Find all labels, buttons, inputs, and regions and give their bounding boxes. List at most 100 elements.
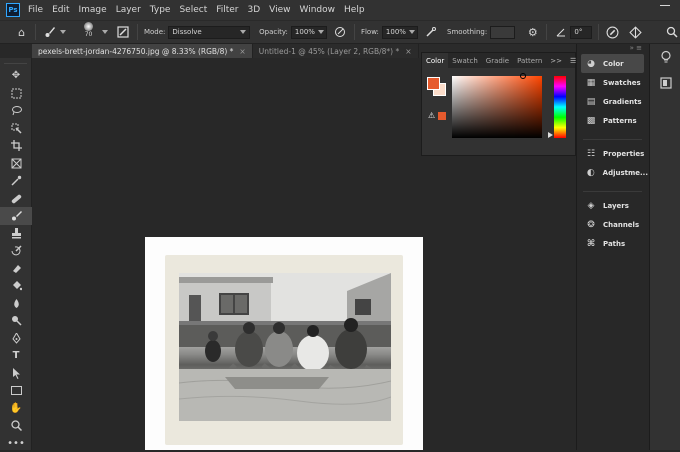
menu-select[interactable]: Select	[179, 5, 207, 15]
menu-type[interactable]: Type	[150, 5, 171, 15]
dock-item-paths[interactable]: ⌘ Paths	[577, 234, 648, 253]
angle-value: 0°	[574, 28, 582, 36]
brush-tool-icon[interactable]	[42, 24, 57, 40]
rectangle-icon[interactable]	[0, 382, 32, 400]
divider	[598, 24, 599, 40]
dock-item-layers[interactable]: ◈ Layers	[577, 196, 648, 215]
panel-grip[interactable]	[4, 58, 27, 64]
opacity-input[interactable]: 100%	[291, 26, 327, 39]
crop-icon[interactable]	[0, 137, 32, 155]
stamp-icon[interactable]	[0, 225, 32, 243]
tab-gradients[interactable]: Gradie	[482, 57, 513, 65]
frame-icon[interactable]	[0, 155, 32, 173]
chevron-down-icon[interactable]	[60, 30, 66, 34]
hand-icon[interactable]: ✋	[0, 400, 32, 418]
gear-icon[interactable]: ⚙	[525, 24, 540, 40]
more-icon[interactable]: •••	[0, 435, 32, 452]
fg-bg-swatches[interactable]	[427, 77, 447, 97]
photoshop-logo: Ps	[6, 3, 20, 17]
close-icon[interactable]: ×	[239, 47, 245, 56]
path-select-icon[interactable]	[0, 365, 32, 383]
color-picker-ring[interactable]	[520, 73, 526, 79]
move-icon[interactable]: ✥	[0, 67, 32, 85]
chevron-down-icon[interactable]	[102, 30, 108, 34]
grid-icon: ▦	[585, 78, 597, 88]
divider	[546, 24, 547, 40]
dock-item-adjustments[interactable]: ◐ Adjustme...	[577, 163, 648, 182]
tab-label: Untitled-1 @ 45% (Layer 2, RGB/8*) *	[259, 47, 400, 56]
warning-icon[interactable]: ⚠	[428, 111, 435, 120]
divider	[354, 24, 355, 40]
smoothing-input[interactable]	[490, 26, 515, 39]
dock-item-gradients[interactable]: ▤ Gradients	[577, 92, 648, 111]
color-picker-field[interactable]	[452, 76, 542, 138]
type-icon[interactable]: T	[0, 347, 32, 365]
tab-document-2[interactable]: Untitled-1 @ 45% (Layer 2, RGB/8*) * ×	[253, 44, 419, 58]
brush-preset-picker[interactable]: 70	[78, 22, 99, 42]
dock-item-label: Swatches	[603, 79, 641, 87]
dock-item-label: Paths	[603, 240, 625, 248]
tab-document-1[interactable]: pexels-brett-jordan-4276750.jpg @ 8.33% …	[32, 44, 253, 58]
minimize-icon[interactable]	[660, 5, 670, 6]
document-canvas[interactable]	[145, 237, 423, 450]
gradient-icon: ▤	[585, 97, 597, 107]
menu-edit[interactable]: Edit	[52, 5, 69, 15]
tab-swatches[interactable]: Swatch	[448, 57, 482, 65]
color-panel: Color Swatch Gradie Pattern >> ☰ ⚠	[421, 52, 576, 156]
home-icon[interactable]: ⌂	[14, 24, 29, 40]
menu-image[interactable]: Image	[79, 5, 107, 15]
library-icon[interactable]	[650, 70, 680, 96]
blur-icon[interactable]	[0, 295, 32, 313]
history-brush-icon[interactable]	[0, 242, 32, 260]
eyedropper-icon[interactable]	[0, 172, 32, 190]
angle-input[interactable]: 0°	[570, 26, 591, 39]
options-bar: ⌂ 70 Mode: Dissolve Opacity: 100% Flow: …	[0, 20, 680, 44]
menu-layer[interactable]: Layer	[116, 5, 141, 15]
pen-icon[interactable]	[0, 330, 32, 348]
dock-item-channels[interactable]: ❂ Channels	[577, 215, 648, 234]
opacity-value: 100%	[295, 28, 315, 36]
double-chevron-icon[interactable]: » ≡	[577, 44, 648, 54]
panel-dock: » ≡ ◕ Color ▦ Swatches ▤ Gradients ▩ Pat…	[576, 44, 648, 450]
healing-icon[interactable]	[0, 190, 32, 208]
search-icon[interactable]	[665, 24, 680, 40]
menu-help[interactable]: Help	[344, 5, 365, 15]
adjustments-icon: ◐	[585, 168, 597, 178]
double-chevron-icon[interactable]: >>	[546, 57, 566, 65]
hue-slider-marker[interactable]	[548, 132, 553, 138]
palette-icon: ◕	[585, 59, 597, 69]
brush-settings-icon[interactable]	[116, 24, 131, 40]
vintage-photo	[179, 273, 391, 421]
dock-item-properties[interactable]: ☷ Properties	[577, 144, 648, 163]
paint-bucket-icon[interactable]	[0, 277, 32, 295]
close-icon[interactable]: ×	[405, 47, 411, 56]
divider	[35, 24, 36, 40]
foreground-color-swatch[interactable]	[427, 77, 440, 90]
tab-color[interactable]: Color	[422, 53, 448, 68]
pressure-size-icon[interactable]	[605, 24, 620, 40]
pressure-opacity-icon[interactable]	[333, 24, 348, 40]
gamut-color-swatch[interactable]	[438, 112, 446, 120]
quick-select-icon[interactable]	[0, 120, 32, 138]
brush-icon[interactable]	[0, 207, 32, 225]
hue-slider[interactable]	[554, 76, 566, 138]
dodge-icon[interactable]	[0, 312, 32, 330]
lightbulb-icon[interactable]	[650, 44, 680, 70]
tab-patterns[interactable]: Pattern	[513, 57, 546, 65]
eraser-icon[interactable]	[0, 260, 32, 278]
menu-filter[interactable]: Filter	[216, 5, 238, 15]
dock-item-swatches[interactable]: ▦ Swatches	[577, 73, 648, 92]
marquee-icon[interactable]	[0, 85, 32, 103]
menu-3d[interactable]: 3D	[248, 5, 261, 15]
airbrush-icon[interactable]	[424, 24, 439, 40]
menu-file[interactable]: File	[28, 5, 43, 15]
menu-view[interactable]: View	[269, 5, 290, 15]
zoom-icon[interactable]	[0, 417, 32, 435]
flow-input[interactable]: 100%	[382, 26, 418, 39]
dock-item-color[interactable]: ◕ Color	[581, 54, 644, 73]
dock-item-patterns[interactable]: ▩ Patterns	[577, 111, 648, 130]
lasso-icon[interactable]	[0, 102, 32, 120]
blend-mode-select[interactable]: Dissolve	[168, 26, 250, 39]
symmetry-icon[interactable]	[628, 24, 643, 40]
menu-window[interactable]: Window	[300, 5, 336, 15]
